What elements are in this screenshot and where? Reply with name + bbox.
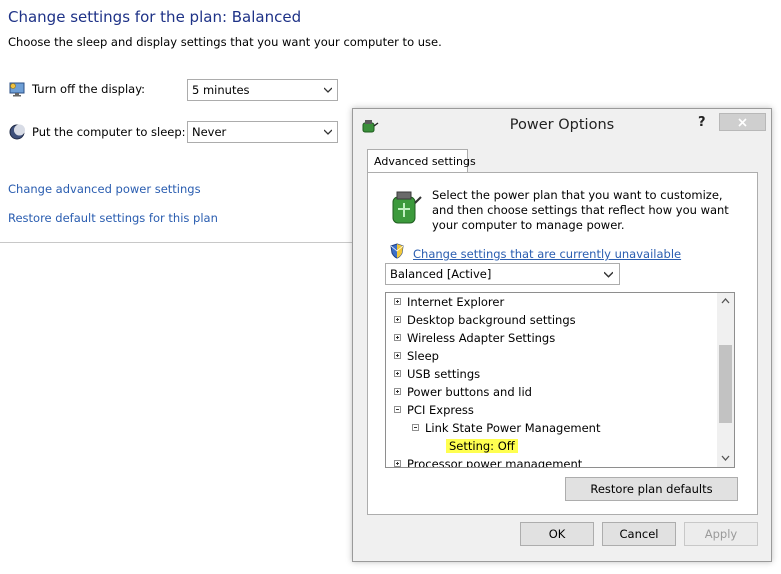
tree-item-power-buttons[interactable]: Power buttons and lid <box>394 383 532 401</box>
scroll-up-icon[interactable] <box>721 297 730 304</box>
change-unavailable-settings-link[interactable]: Change settings that are currently unava… <box>413 247 681 261</box>
tree-item-link-state-power[interactable]: Link State Power Management <box>412 419 600 437</box>
apply-button[interactable]: Apply <box>684 522 758 546</box>
tree-item-processor-power[interactable]: Processor power management <box>394 455 583 468</box>
display-label: Turn off the display: <box>32 82 146 96</box>
plan-select-value: Balanced [Active] <box>390 267 492 281</box>
tree-item-sleep[interactable]: Sleep <box>394 347 439 365</box>
tree-item-setting-value[interactable]: Setting: Off <box>446 437 518 455</box>
tree-item-label: USB settings <box>407 367 481 381</box>
tree-item-label: Desktop background settings <box>407 313 576 327</box>
plan-select[interactable]: Balanced [Active] <box>385 263 620 285</box>
power-options-dialog: Power Options ? Advanced settings Select… <box>352 108 772 562</box>
uac-shield-icon <box>390 243 404 259</box>
tree-item-desktop-background[interactable]: Desktop background settings <box>394 311 576 329</box>
tree-item-label: Link State Power Management <box>425 421 601 435</box>
tree-item-usb-settings[interactable]: USB settings <box>394 365 480 383</box>
monitor-power-icon <box>9 82 25 97</box>
restore-plan-defaults-button[interactable]: Restore plan defaults <box>565 477 738 501</box>
sleep-timeout-select[interactable]: Never <box>187 121 338 143</box>
description-text: Select the power plan that you want to c… <box>432 188 729 232</box>
sleep-label: Put the computer to sleep: <box>32 125 186 139</box>
display-timeout-select[interactable]: 5 minutes <box>187 79 338 101</box>
scroll-thumb[interactable] <box>719 345 732 423</box>
expand-icon[interactable] <box>394 352 401 359</box>
tree-item-internet-explorer[interactable]: Internet Explorer <box>394 293 504 311</box>
expand-icon[interactable] <box>394 316 401 323</box>
restore-defaults-link[interactable]: Restore default settings for this plan <box>8 211 218 225</box>
close-button[interactable] <box>719 113 766 131</box>
page-title: Change settings for the plan: Balanced <box>8 8 302 26</box>
battery-plug-icon <box>392 191 422 224</box>
tree-scrollbar[interactable] <box>717 293 734 467</box>
cancel-button[interactable]: Cancel <box>602 522 676 546</box>
tree-item-label: Wireless Adapter Settings <box>407 331 556 345</box>
chevron-down-icon <box>324 87 332 93</box>
expand-icon[interactable] <box>394 460 401 467</box>
advanced-settings-panel: Select the power plan that you want to c… <box>367 172 758 515</box>
sleep-timeout-value: Never <box>192 125 227 139</box>
dialog-title: Power Options <box>509 117 615 133</box>
chevron-down-icon <box>604 271 613 278</box>
settings-tree[interactable]: Internet Explorer Desktop background set… <box>385 292 735 468</box>
expand-icon[interactable] <box>394 388 401 395</box>
tree-item-pci-express[interactable]: PCI Express <box>394 401 474 419</box>
page-subtitle: Choose the sleep and display settings th… <box>8 35 442 49</box>
help-button[interactable]: ? <box>698 115 706 130</box>
ok-button[interactable]: OK <box>520 522 594 546</box>
tree-item-label: Sleep <box>407 349 439 363</box>
chevron-down-icon <box>324 129 332 135</box>
tab-advanced-settings[interactable]: Advanced settings <box>367 149 476 173</box>
tree-item-wireless-adapter[interactable]: Wireless Adapter Settings <box>394 329 555 347</box>
tree-item-label: Power buttons and lid <box>407 385 532 399</box>
tree-item-label: PCI Express <box>407 403 474 417</box>
tree-item-label: Internet Explorer <box>407 295 505 309</box>
divider <box>0 242 352 243</box>
collapse-icon[interactable] <box>394 406 401 413</box>
scroll-down-icon[interactable] <box>721 455 730 462</box>
setting-value-highlight: Setting: Off <box>446 439 518 453</box>
expand-icon[interactable] <box>394 334 401 341</box>
display-timeout-value: 5 minutes <box>192 83 250 97</box>
tree-item-label: Processor power management <box>407 457 583 468</box>
moon-sleep-icon <box>9 124 25 140</box>
expand-icon[interactable] <box>394 298 401 305</box>
collapse-icon[interactable] <box>412 424 419 431</box>
change-advanced-settings-link[interactable]: Change advanced power settings <box>8 182 201 196</box>
expand-icon[interactable] <box>394 370 401 377</box>
close-icon <box>738 118 747 127</box>
